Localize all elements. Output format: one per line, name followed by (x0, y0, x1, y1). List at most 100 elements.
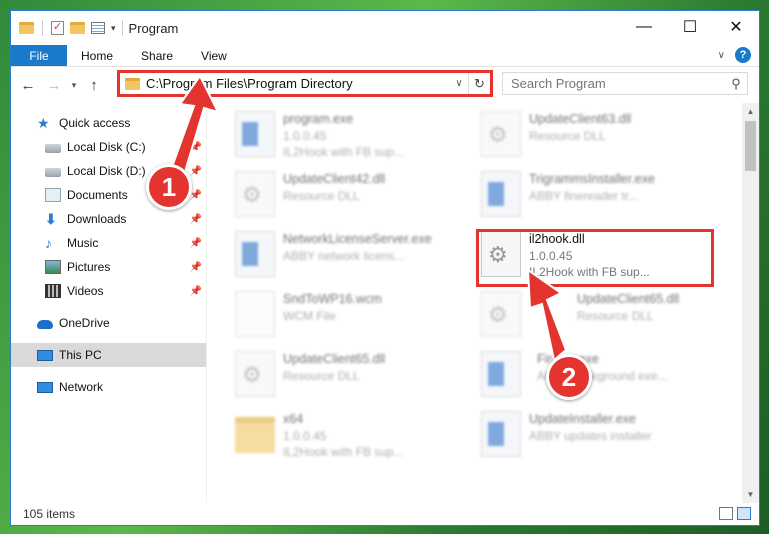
sidebar-item-onedrive[interactable]: OneDrive (11, 311, 206, 335)
disk-icon (45, 168, 61, 177)
address-path[interactable]: C:\Program Files\Program Directory (146, 76, 450, 91)
sidebar-item-local-disk-c[interactable]: Local Disk (C:) 📌 (11, 135, 206, 159)
file-detail: WCM File (283, 309, 336, 323)
search-icon[interactable]: ⚲ (725, 76, 747, 92)
navigation-bar: ← → ▾ ↑ C:\Program Files\Program Directo… (11, 67, 759, 103)
dll-icon (235, 351, 275, 397)
dll-icon (481, 111, 521, 157)
divider (42, 20, 43, 36)
back-arrow-icon[interactable]: ← (15, 77, 41, 94)
tab-view[interactable]: View (187, 45, 241, 66)
file-item[interactable]: TrigrammsInstaller.exe ABBY finereader tr… (477, 167, 722, 225)
file-list: program.exe 1.0.0.45 IL2Hook with FB sup..… (207, 103, 759, 503)
file-item[interactable]: SndToWP16.wcm WCM File (231, 287, 476, 345)
file-detail: 1.0.0.45 (283, 429, 327, 443)
pin-icon[interactable]: 📌 (190, 238, 202, 249)
file-item[interactable]: program.exe 1.0.0.45 IL2Hook with FB sup..… (231, 107, 476, 165)
pin-icon[interactable]: 📌 (190, 262, 202, 273)
scroll-up-icon[interactable]: ▲ (742, 103, 759, 120)
help-icon[interactable]: ? (735, 47, 751, 63)
file-detail: ABBY network licens... (283, 249, 405, 263)
sidebar-item-label: Quick access (59, 116, 131, 130)
file-name: UpdateClient63.dll (529, 112, 632, 126)
sidebar-item-label: Pictures (67, 260, 111, 274)
file-item[interactable]: UpdateClient65.dll Resource DLL (477, 287, 722, 345)
file-name: SndToWP16.wcm (283, 292, 382, 306)
documents-icon (45, 188, 61, 202)
file-item[interactable]: NetworkLicenseServer.exe ABBY network lic… (231, 227, 476, 285)
sidebar-item-music[interactable]: ♪ Music 📌 (11, 231, 206, 255)
file-item[interactable]: Fine...r.exeABBY background exe... (477, 347, 722, 405)
sidebar-item-downloads[interactable]: ⬇ Downloads 📌 (11, 207, 206, 231)
file-item[interactable]: UpdateInstaller.exe ABBY updates installe… (477, 407, 722, 465)
file-item[interactable]: UpdateClient63.dll Resource DLL (477, 107, 722, 165)
refresh-icon[interactable]: ↻ (468, 73, 490, 94)
window-title: Program (128, 20, 179, 36)
tab-file[interactable]: File (11, 45, 67, 66)
address-bar[interactable]: C:\Program Files\Program Directory ∨ ↻ (117, 70, 493, 97)
cloud-icon (37, 320, 53, 329)
folder-icon (19, 22, 34, 34)
file-item[interactable]: x64 1.0.0.45 IL2Hook with FB sup... (231, 407, 476, 465)
file-item[interactable]: UpdateClient65.dll Resource DLL (231, 347, 476, 405)
close-button[interactable]: ✕ (713, 11, 759, 43)
scroll-down-icon[interactable]: ▼ (742, 486, 759, 503)
dll-icon (481, 291, 521, 337)
exe-icon (235, 111, 275, 157)
file-name: NetworkLicenseServer.exe (283, 232, 432, 246)
quick-access-toolbar: ✓ ▾ (11, 20, 116, 36)
details-view-icon[interactable] (719, 507, 733, 520)
properties-icon[interactable] (91, 22, 105, 34)
search-box[interactable]: ⚲ (502, 72, 748, 95)
minimize-button[interactable]: — (621, 11, 667, 43)
sidebar-item-label: Videos (67, 284, 104, 298)
folder-icon (235, 417, 275, 453)
search-input[interactable] (511, 76, 725, 91)
computer-icon (37, 349, 53, 361)
file-name: UpdateClient65.dll (283, 352, 386, 366)
pin-icon[interactable]: 📌 (190, 286, 202, 297)
content-area: ★ Quick access Local Disk (C:) 📌 Local D… (11, 103, 759, 503)
highlight-box-il2hook (476, 229, 714, 287)
up-arrow-icon[interactable]: ↑ (81, 77, 107, 94)
chevron-down-icon[interactable]: ∨ (450, 78, 468, 89)
recent-locations-icon[interactable]: ▾ (67, 80, 81, 91)
pictures-icon (45, 260, 61, 274)
customize-toolbar-icon[interactable]: ▾ (111, 23, 116, 34)
new-folder-icon[interactable] (70, 22, 85, 34)
sidebar-item-label: This PC (59, 348, 102, 362)
pin-icon[interactable]: 📌 (190, 142, 202, 153)
sidebar-item-label: Local Disk (C:) (67, 140, 146, 154)
vertical-scrollbar[interactable]: ▲ ▼ (742, 103, 759, 503)
properties-check-icon[interactable]: ✓ (51, 21, 64, 35)
title-bar: ✓ ▾ Program — ☐ ✕ (11, 11, 759, 45)
file-name: program.exe (283, 112, 354, 126)
sidebar-item-label: Music (67, 236, 99, 250)
step-marker-2: 2 (546, 354, 592, 400)
status-bar: 105 items (11, 503, 759, 525)
explorer-window: ✓ ▾ Program — ☐ ✕ File Home Share View ∨… (10, 10, 760, 526)
navigation-pane: ★ Quick access Local Disk (C:) 📌 Local D… (11, 103, 207, 503)
file-name: UpdateClient42.dll (283, 172, 386, 186)
sidebar-item-network[interactable]: Network (11, 375, 206, 399)
disk-icon (45, 144, 61, 153)
pin-icon[interactable]: 📌 (190, 214, 202, 225)
sidebar-item-videos[interactable]: Videos 📌 (11, 279, 206, 303)
file-detail: 1.0.0.45 (283, 129, 327, 143)
sidebar-item-this-pc[interactable]: This PC (11, 343, 206, 367)
expand-ribbon-icon[interactable]: ∨ (718, 50, 725, 61)
file-name: UpdateInstaller.exe (529, 412, 637, 426)
file-item[interactable]: UpdateClient42.dll Resource DLL (231, 167, 476, 225)
file-detail: Resource DLL (283, 369, 360, 383)
sidebar-item-pictures[interactable]: Pictures 📌 (11, 255, 206, 279)
scrollbar-thumb[interactable] (745, 121, 756, 171)
large-icons-view-icon[interactable] (737, 507, 751, 520)
maximize-button[interactable]: ☐ (667, 11, 713, 43)
sidebar-item-quick-access[interactable]: ★ Quick access (11, 111, 206, 135)
tab-share[interactable]: Share (127, 45, 187, 66)
pin-icon[interactable]: 📌 (190, 166, 202, 177)
forward-arrow-icon[interactable]: → (41, 77, 67, 94)
tab-home[interactable]: Home (67, 45, 127, 66)
wcm-icon (235, 291, 275, 337)
file-name: UpdateClient65.dll (577, 292, 680, 306)
